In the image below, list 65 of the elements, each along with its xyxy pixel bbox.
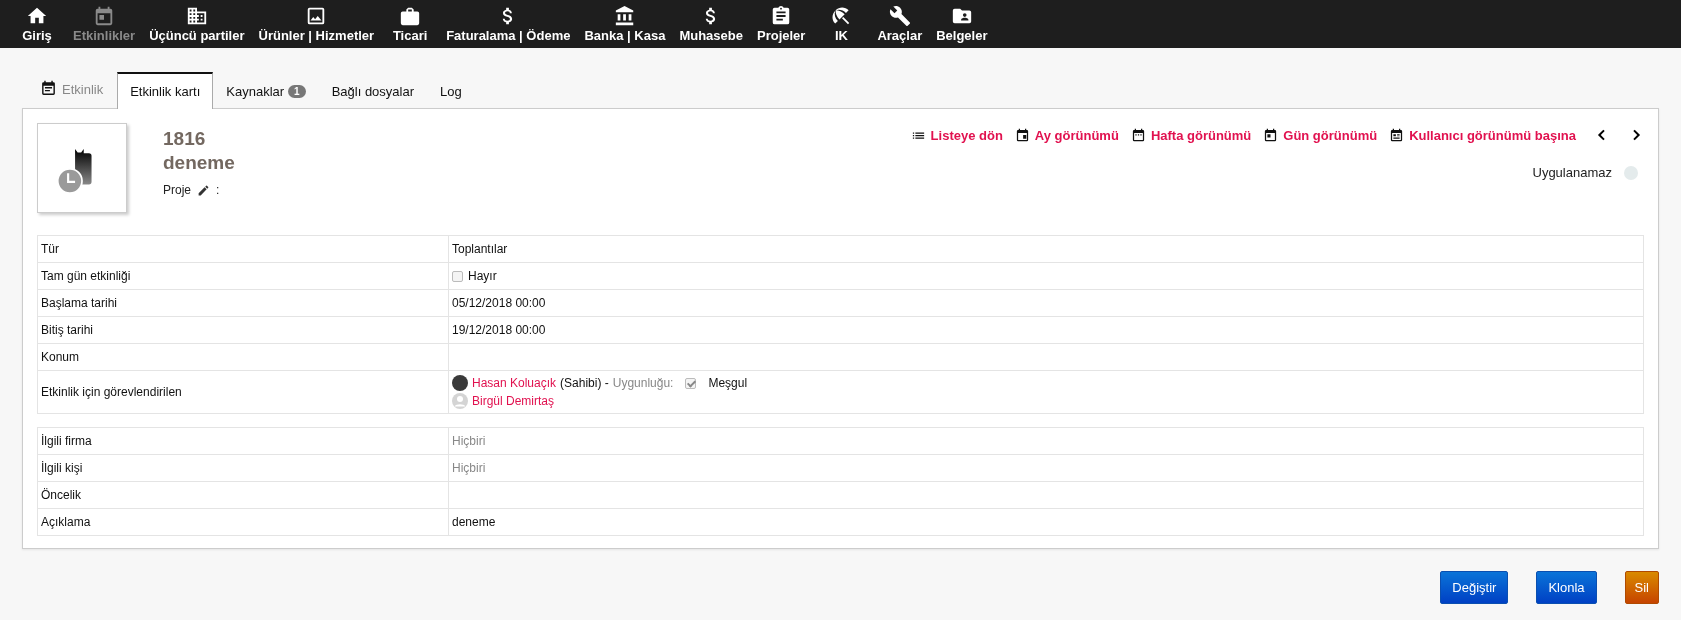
menu-item[interactable]: Giriş xyxy=(8,0,66,48)
calendar-icon xyxy=(1014,127,1030,143)
calendar-icon xyxy=(40,79,57,97)
field-label: Tam gün etkinliği xyxy=(41,269,131,283)
action-button[interactable]: Değiştir xyxy=(1440,571,1509,604)
view-link[interactable]: Gün görünümü xyxy=(1283,127,1378,143)
field-value: 05/12/2018 00:00 xyxy=(452,296,546,310)
field-value: Hayır xyxy=(468,269,497,283)
person-link[interactable]: Birgül Demirtaş xyxy=(472,394,555,408)
field-label: İlgili firma xyxy=(41,434,92,448)
action-button[interactable]: Sil xyxy=(1624,571,1659,604)
person-role: (Sahibi) - xyxy=(560,376,609,390)
bank-icon xyxy=(613,5,636,27)
event-label: deneme xyxy=(163,151,235,175)
field-label: Başlama tarihi xyxy=(41,296,118,310)
action-button[interactable]: Klonla xyxy=(1536,571,1597,604)
field-value: deneme xyxy=(452,515,496,529)
field-label: Tür xyxy=(41,242,59,256)
calendar-icon xyxy=(1389,127,1405,143)
field-value: Toplantılar xyxy=(452,242,508,256)
field-label: İlgili kişi xyxy=(41,461,83,475)
briefcase-icon xyxy=(399,5,422,27)
calendar-icon xyxy=(1130,127,1146,143)
menu-item[interactable]: Üçüncü partiler xyxy=(142,0,252,48)
menu-item[interactable]: Araçlar xyxy=(870,0,930,48)
view-link[interactable]: Ay görünümü xyxy=(1034,127,1119,143)
tab[interactable]: Log xyxy=(427,73,475,109)
field-label: Konum xyxy=(41,350,80,364)
count-badge: 1 xyxy=(288,85,306,98)
availability-label: Uygunluğu: xyxy=(612,376,674,390)
availability-value: Meşgul xyxy=(708,376,748,390)
project-separator: : xyxy=(216,183,220,197)
field-label: Açıklama xyxy=(41,515,91,529)
menu-item[interactable]: Etkinlikler xyxy=(66,0,143,48)
menu-item[interactable]: Faturalama | Ödeme xyxy=(439,0,578,48)
status-label: Uygulanamaz xyxy=(1532,165,1612,180)
view-link[interactable]: Listeye dön xyxy=(930,127,1003,143)
menu-item[interactable]: Muhasebe xyxy=(672,0,750,48)
avatar-icon xyxy=(452,393,468,409)
tab[interactable]: Kaynaklar 1 xyxy=(213,73,319,109)
field-value: 19/12/2018 00:00 xyxy=(452,323,546,337)
checkbox[interactable] xyxy=(685,377,697,389)
pencil-icon[interactable] xyxy=(197,183,210,197)
menu-item[interactable]: IK xyxy=(812,0,871,48)
menu-item[interactable]: Ürünler | Hizmetler xyxy=(251,0,382,48)
wrench-icon xyxy=(888,5,911,27)
field-label: Öncelik xyxy=(41,488,81,502)
photo-placeholder xyxy=(452,375,468,391)
project-label: Proje xyxy=(163,183,191,197)
menu-item[interactable]: Ticari xyxy=(381,0,440,48)
person-link[interactable]: Hasan Koluaçık xyxy=(472,376,557,390)
view-link[interactable]: Kullanıcı görünümü başına xyxy=(1409,127,1576,143)
tab[interactable]: Etkinlik kartı xyxy=(117,72,214,109)
calendar-icon xyxy=(1263,127,1279,143)
page-title: Etkinlik xyxy=(62,81,104,97)
view-link[interactable]: Hafta görünümü xyxy=(1150,127,1252,143)
checkbox[interactable] xyxy=(452,270,463,282)
building-icon xyxy=(185,5,208,27)
menu-item[interactable]: Projeler xyxy=(749,0,813,48)
field-label: Etkinlik için görevlendirilen xyxy=(41,385,182,399)
tab[interactable]: Bağlı dosyalar xyxy=(318,73,428,109)
menu-item[interactable]: Belgeler xyxy=(929,0,995,48)
field-label: Bitiş tarihi xyxy=(41,323,93,337)
menu-item[interactable]: Banka | Kasa xyxy=(577,0,673,48)
event-ref: 1816 xyxy=(163,127,207,151)
